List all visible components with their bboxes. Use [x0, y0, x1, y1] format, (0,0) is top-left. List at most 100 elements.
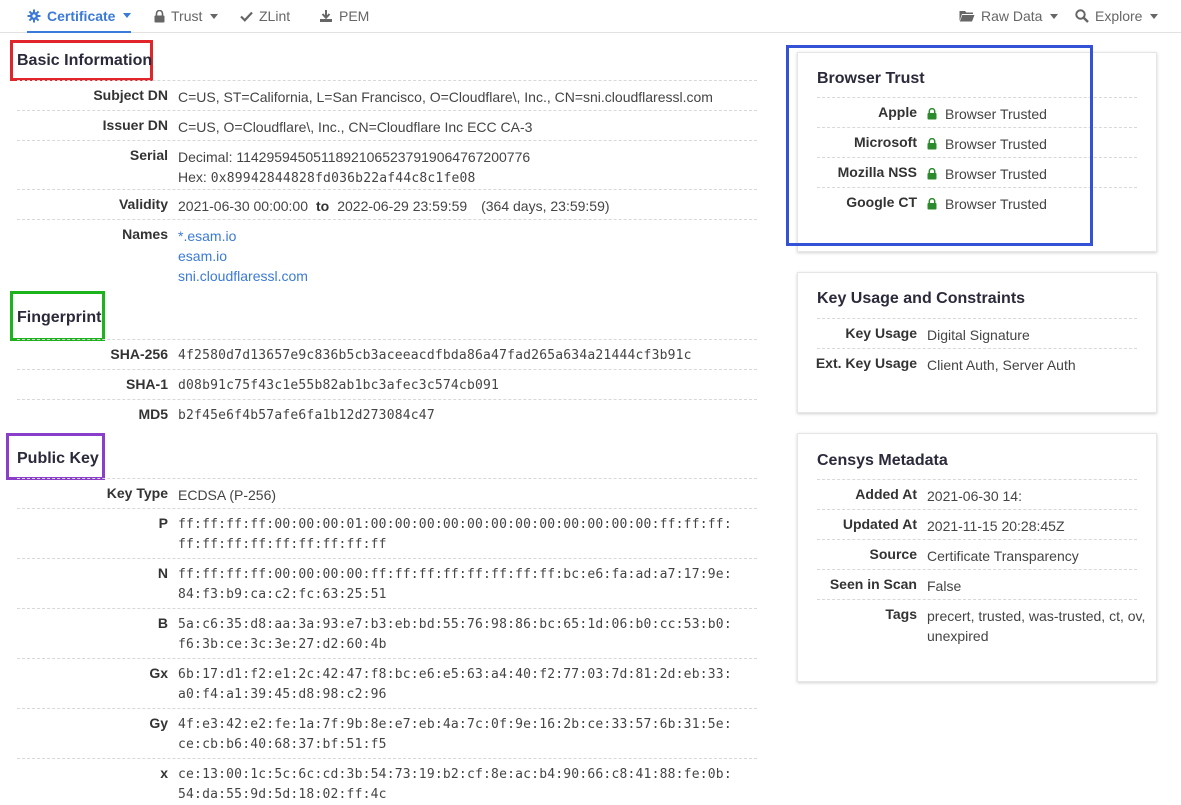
added-at-value: 2021-06-30 14: [927, 488, 1022, 504]
param-x-value: ce:13:00:1c:5c:6c:cd:3b:54:73:19:b2:cf:8… [178, 765, 732, 805]
param-n-line2: 84:f3:b9:ca:c2:fc:63:25:51 [178, 587, 387, 602]
param-p-value: ff:ff:ff:ff:00:00:00:01:00:00:00:00:00:0… [178, 515, 732, 555]
tab-certificate[interactable]: Certificate [27, 0, 132, 33]
validity-to-word: to [316, 198, 330, 214]
param-p-line2: ff:ff:ff:ff:ff:ff:ff:ff:ff [178, 537, 387, 552]
name-link[interactable]: sni.cloudflaressl.com [178, 266, 308, 286]
validity-value: 2021-06-30 00:00:00 to 2022-06-29 23:59:59… [178, 196, 610, 216]
key-usage-row: Key Usage Digital Signature [817, 318, 1137, 348]
serial-hex: Hex: 0x89942844828fd036b22af44c8c1fe08 [178, 167, 530, 189]
lock-icon [154, 9, 165, 22]
explore-button[interactable]: Explore [1075, 0, 1159, 32]
ext-key-usage-value: Client Auth, Server Auth [927, 357, 1076, 373]
chevron-down-icon [210, 13, 219, 19]
annotation-box-browser-trust [786, 45, 1093, 246]
censys-metadata-title: Censys Metadata [817, 452, 948, 469]
tab-zlint-label: ZLint [259, 8, 291, 24]
search-icon [1075, 9, 1089, 23]
param-gy-line2: ce:cb:b6:40:68:37:bf:51:f5 [178, 737, 387, 752]
updated-at-value: 2021-11-15 20:28:45Z [927, 518, 1065, 534]
fingerprint-title: Fingerprint [17, 309, 102, 326]
tab-pem[interactable]: PEM [319, 0, 369, 32]
seen-in-scan-value: False [927, 578, 962, 594]
download-icon [320, 10, 332, 22]
key-usage-title: Key Usage and Constraints [817, 290, 1026, 307]
param-gx-line2: a0:f4:a1:39:45:d8:98:c2:96 [178, 687, 387, 702]
sha1-row: SHA-1 d08b91c75f43c1e55b82ab1bc3afec3c57… [17, 369, 757, 399]
serial-label: Serial [129, 147, 168, 163]
name-link[interactable]: *.esam.io [178, 226, 308, 246]
md5-value: b2f45e6f4b57afe6fa1b12d273084c47 [178, 408, 435, 423]
sha256-value[interactable]: 4f2580d7d13657e9c836b5cb3aceeacdfbda86a4… [178, 346, 692, 366]
param-x-label: x [160, 765, 168, 781]
param-b-row: B 5a:c6:35:d8:aa:3a:93:e7:b3:eb:bd:55:76… [17, 608, 757, 658]
tags-row: Tags precert, trusted, was-trusted, ct, … [817, 599, 1145, 649]
param-p-label: P [158, 515, 168, 531]
sha1-label: SHA-1 [125, 376, 168, 392]
key-usage-label: Key Usage [845, 325, 917, 341]
tags-value: precert, trusted, was-trusted, ct, ov, u… [927, 606, 1145, 646]
tab-certificate-label: Certificate [47, 7, 116, 24]
seen-in-scan-label: Seen in Scan [829, 576, 917, 592]
names-label: Names [122, 226, 168, 242]
issuer-dn-link[interactable]: C=US, O=Cloudflare\, Inc., CN=Cloudflare… [178, 117, 532, 137]
tab-zlint[interactable]: ZLint [240, 0, 290, 32]
top-nav: Certificate Trust ZLint PEM Raw Data Exp… [0, 0, 1181, 33]
param-p-row: P ff:ff:ff:ff:00:00:00:01:00:00:00:00:00… [17, 508, 757, 558]
param-p-line1: ff:ff:ff:ff:00:00:00:01:00:00:00:00:00:0… [178, 517, 732, 532]
folder-icon [959, 11, 975, 22]
sha1-value: d08b91c75f43c1e55b82ab1bc3afec3c574cb091 [178, 378, 500, 393]
param-n-label: N [157, 565, 168, 581]
param-gx-label: Gx [149, 665, 168, 681]
explore-label: Explore [1095, 8, 1143, 24]
validity-label: Validity [118, 196, 168, 212]
raw-data-label: Raw Data [981, 8, 1043, 24]
tab-trust[interactable]: Trust [154, 0, 219, 32]
subject-dn-value: C=US, ST=California, L=San Francisco, O=… [178, 89, 713, 105]
issuer-dn-row: Issuer DN C=US, O=Cloudflare\, Inc., CN=… [17, 110, 757, 140]
param-n-row: N ff:ff:ff:ff:00:00:00:00:ff:ff:ff:ff:ff… [17, 558, 757, 608]
tags-label: Tags [885, 606, 917, 622]
source-row: Source Certificate Transparency [817, 539, 1137, 569]
gear-icon [27, 9, 41, 22]
key-type-row: Key Type ECDSA (P-256) [17, 478, 757, 508]
names-list: *.esam.io esam.io sni.cloudflaressl.com [178, 226, 308, 286]
added-at-label: Added At [855, 486, 917, 502]
updated-at-row: Updated At 2021-11-15 20:28:45Z [817, 509, 1137, 539]
names-row: Names *.esam.io esam.io sni.cloudflaress… [17, 219, 757, 286]
key-type-value: ECDSA (P-256) [178, 487, 277, 503]
validity-row: Validity 2021-06-30 00:00:00 to 2022-06-29… [17, 189, 757, 219]
param-b-line1: 5a:c6:35:d8:aa:3a:93:e7:b3:eb:bd:55:76:9… [178, 617, 732, 632]
param-gy-value: 4f:e3:42:e2:fe:1a:7f:9b:8e:e7:eb:4a:7c:0… [178, 715, 732, 755]
tags-line2: unexpired [927, 628, 989, 644]
added-at-row: Added At 2021-06-30 14: [817, 479, 1137, 509]
param-b-label: B [157, 615, 168, 631]
subject-dn-label: Subject DN [93, 87, 168, 103]
param-gx-row: Gx 6b:17:d1:f2:e1:2c:42:47:f8:bc:e6:e5:6… [17, 658, 757, 708]
param-b-line2: f6:3b:ce:3c:3e:27:d2:60:4b [178, 637, 387, 652]
validity-to: 2022-06-29 23:59:59 [337, 198, 468, 214]
raw-data-button[interactable]: Raw Data [959, 0, 1059, 32]
key-type-label: Key Type [106, 485, 168, 501]
sha256-row: SHA-256 4f2580d7d13657e9c836b5cb3aceeacd… [17, 339, 757, 369]
source-label: Source [869, 546, 917, 562]
key-usage-value: Digital Signature [927, 327, 1030, 343]
serial-decimal: Decimal: 1142959450511892106523791906476… [178, 149, 531, 165]
ext-key-usage-row: Ext. Key Usage Client Auth, Server Auth [815, 348, 1137, 378]
param-b-value: 5a:c6:35:d8:aa:3a:93:e7:b3:eb:bd:55:76:9… [178, 615, 732, 655]
updated-at-label: Updated At [842, 516, 917, 532]
param-gy-label: Gy [149, 715, 168, 731]
param-x-line1: ce:13:00:1c:5c:6c:cd:3b:54:73:19:b2:cf:8… [178, 767, 732, 782]
basic-information-title: Basic Information [17, 52, 153, 69]
validity-duration: (364 days, 23:59:59) [481, 198, 610, 214]
tab-pem-label: PEM [339, 8, 370, 24]
ext-key-usage-label: Ext. Key Usage [815, 355, 917, 371]
param-n-line1: ff:ff:ff:ff:00:00:00:00:ff:ff:ff:ff:ff:f… [178, 567, 732, 582]
md5-row: MD5 b2f45e6f4b57afe6fa1b12d273084c47 [17, 399, 757, 429]
source-value: Certificate Transparency [927, 548, 1079, 564]
param-gx-value: 6b:17:d1:f2:e1:2c:42:47:f8:bc:e6:e5:63:a… [178, 665, 732, 705]
param-gy-line1: 4f:e3:42:e2:fe:1a:7f:9b:8e:e7:eb:4a:7c:0… [178, 717, 732, 732]
name-link[interactable]: esam.io [178, 246, 308, 266]
key-usage-card: Key Usage and Constraints Key Usage Digi… [797, 272, 1157, 413]
param-x-line2: 54:da:55:9d:5d:18:02:ff:4c [178, 787, 387, 802]
